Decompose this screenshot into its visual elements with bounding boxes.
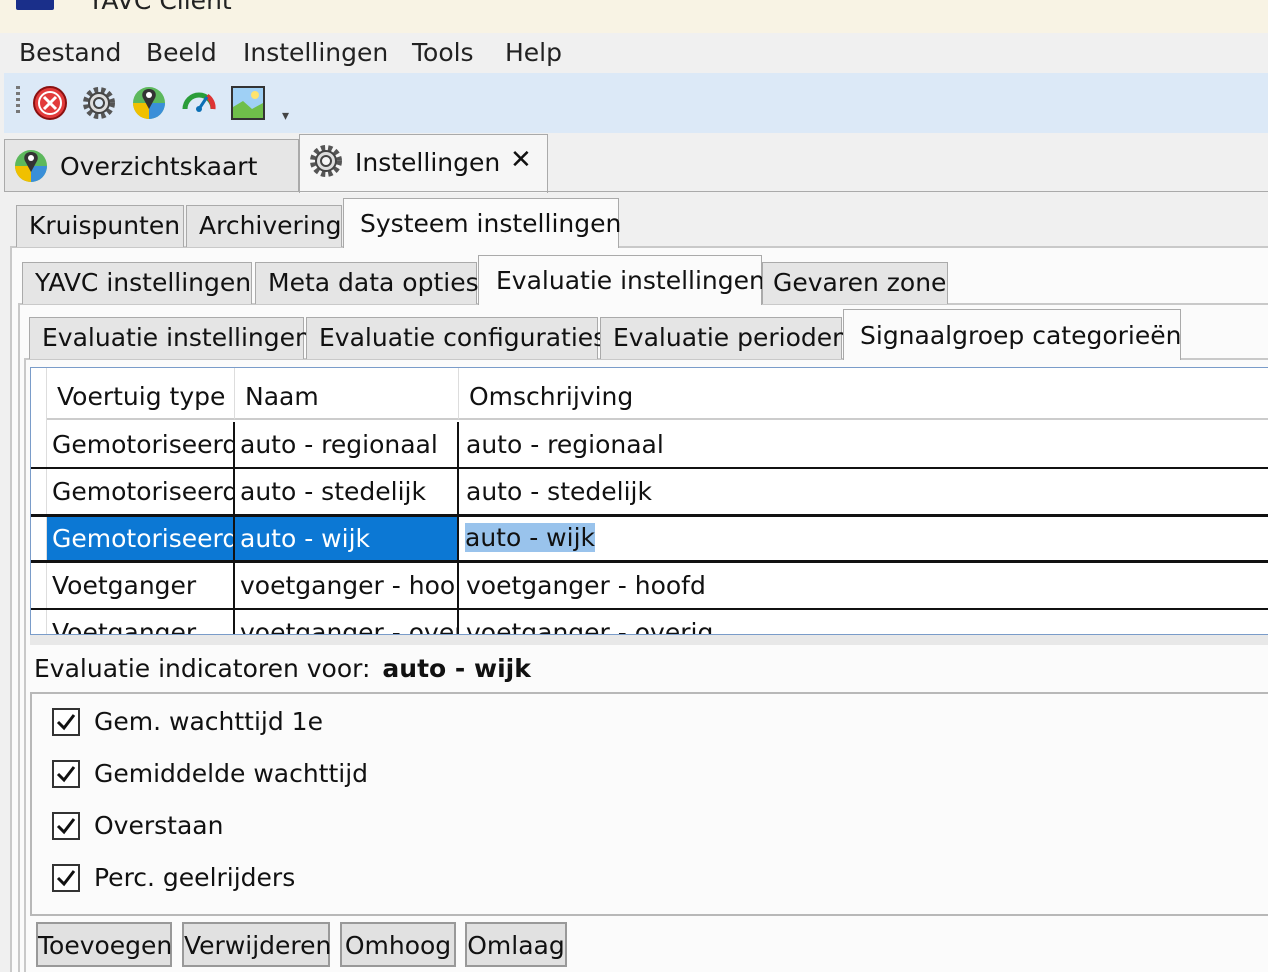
- checkbox[interactable]: [52, 707, 80, 736]
- tab-evaluatie-configuraties[interactable]: Evaluatie configuraties: [306, 317, 606, 359]
- column-header-omschrijving[interactable]: Omschrijving: [459, 368, 1268, 420]
- checkbox[interactable]: [52, 863, 80, 892]
- table-row[interactable]: Voetganger voetganger - hoo voetganger -…: [31, 563, 1268, 610]
- add-button[interactable]: Toevoegen: [36, 922, 172, 967]
- gear-icon: [308, 143, 344, 185]
- table-row[interactable]: Gemotoriseerd auto - regionaal auto - re…: [31, 422, 1268, 469]
- indicator-checkbox-row[interactable]: Overstaan: [52, 811, 223, 840]
- cell-naam[interactable]: voetganger - overig: [235, 610, 459, 634]
- column-header-voertuig-type[interactable]: Voertuig type: [47, 368, 235, 420]
- table-row-selected[interactable]: Gemotoriseerd auto - wijk auto - wijk: [31, 514, 1268, 563]
- tab-archivering[interactable]: Archivering: [186, 205, 342, 247]
- table-row[interactable]: Gemotoriseerd auto - stedelijk auto - st…: [31, 469, 1268, 516]
- cell-naam[interactable]: voetganger - hoo: [235, 563, 459, 608]
- doc-tab-overzichtskaart[interactable]: Overzichtskaart: [4, 139, 299, 191]
- checkbox-label: Overstaan: [94, 811, 224, 840]
- indicator-checkbox-row[interactable]: Perc. geelrijders: [52, 863, 295, 892]
- menu-beeld[interactable]: Beeld: [146, 38, 217, 67]
- checkbox[interactable]: [52, 811, 80, 840]
- map-pin-icon: [13, 148, 49, 190]
- signal-group-grid[interactable]: Voertuig type Naam Omschrijving Gemotori…: [30, 367, 1268, 635]
- cell-edit-text[interactable]: auto - wijk: [465, 523, 595, 552]
- cell-omschrijving-editing[interactable]: auto - wijk: [459, 517, 1268, 560]
- tab-yavc-instellingen[interactable]: YAVC instellingen: [22, 262, 252, 304]
- cell-voertuig-type[interactable]: Gemotoriseerd: [47, 517, 235, 560]
- app-logo-icon: [16, 0, 54, 10]
- cell-voertuig-type[interactable]: Voetganger: [47, 563, 235, 608]
- table-row[interactable]: Voetganger voetganger - overig voetgange…: [31, 610, 1268, 634]
- tab-evaluatie-instellingen-sub[interactable]: Evaluatie instellingen: [29, 317, 311, 359]
- toolbar-grip[interactable]: [16, 86, 20, 116]
- cell-naam[interactable]: auto - stedelijk: [235, 469, 459, 514]
- image-icon[interactable]: [229, 84, 267, 122]
- tab-systeem-instellingen[interactable]: Systeem instellingen: [343, 198, 621, 248]
- tab-evaluatie-instellingen[interactable]: Evaluatie instellingen: [478, 255, 765, 305]
- cell-voertuig-type[interactable]: Gemotoriseerd: [47, 469, 235, 514]
- indicators-label: Evaluatie indicatoren voor: auto - wijk: [34, 654, 531, 683]
- window-title: YAVC Client: [88, 0, 232, 15]
- doc-tab-label: Overzichtskaart: [60, 152, 258, 181]
- indicators-label-text: Evaluatie indicatoren voor:: [34, 654, 371, 683]
- move-up-button[interactable]: Omhoog: [340, 922, 456, 967]
- cell-naam[interactable]: auto - regionaal: [235, 422, 459, 467]
- cell-omschrijving[interactable]: voetganger - overig: [459, 610, 1268, 634]
- cell-voertuig-type[interactable]: Gemotoriseerd: [47, 422, 235, 467]
- gear-icon[interactable]: [80, 84, 118, 122]
- checkbox-label: Gemiddelde wachttijd: [94, 759, 369, 788]
- tab-evaluatie-perioden[interactable]: Evaluatie perioden: [600, 317, 848, 359]
- doc-tab-label: Instellingen: [355, 148, 501, 177]
- cell-omschrijving[interactable]: auto - stedelijk: [459, 469, 1268, 514]
- close-icon[interactable]: ✕: [510, 145, 532, 175]
- tab-meta-data-opties[interactable]: Meta data opties: [255, 262, 479, 304]
- tab-gevaren-zone[interactable]: Gevaren zone: [762, 262, 948, 304]
- menu-tools[interactable]: Tools: [412, 38, 474, 67]
- move-down-button[interactable]: Omlaag: [465, 922, 567, 967]
- cell-omschrijving[interactable]: auto - regionaal: [459, 422, 1268, 467]
- column-header-naam[interactable]: Naam: [235, 368, 459, 420]
- indicator-checkbox-row[interactable]: Gemiddelde wachttijd: [52, 759, 368, 788]
- indicator-checkbox-row[interactable]: Gem. wachttijd 1e: [52, 707, 323, 736]
- doc-tab-instellingen[interactable]: Instellingen ✕: [299, 134, 548, 193]
- speedometer-icon[interactable]: [180, 84, 218, 122]
- toolbar-overflow-icon[interactable]: ▾: [282, 108, 289, 124]
- tab-signaalgroep-categorieen[interactable]: Signaalgroep categorieën: [843, 309, 1181, 360]
- cell-omschrijving[interactable]: voetganger - hoofd: [459, 563, 1268, 608]
- cell-voertuig-type[interactable]: Voetganger: [47, 610, 235, 634]
- grid-scroll-area[interactable]: [30, 635, 1268, 645]
- map-pin-icon[interactable]: [130, 84, 168, 122]
- close-circle-icon[interactable]: [31, 84, 69, 122]
- tab-kruispunten[interactable]: Kruispunten: [16, 205, 184, 247]
- remove-button[interactable]: Verwijderen: [182, 922, 331, 967]
- checkbox-label: Perc. geelrijders: [94, 863, 296, 892]
- checkbox[interactable]: [52, 759, 80, 788]
- checkbox-label: Gem. wachttijd 1e: [94, 707, 323, 736]
- menu-instellingen[interactable]: Instellingen: [243, 38, 388, 67]
- cell-naam[interactable]: auto - wijk: [235, 517, 459, 560]
- menu-help[interactable]: Help: [505, 38, 562, 67]
- indicators-selected-name: auto - wijk: [382, 654, 531, 683]
- doc-tabs-divider: [4, 191, 1268, 192]
- menu-bestand[interactable]: Bestand: [19, 38, 121, 67]
